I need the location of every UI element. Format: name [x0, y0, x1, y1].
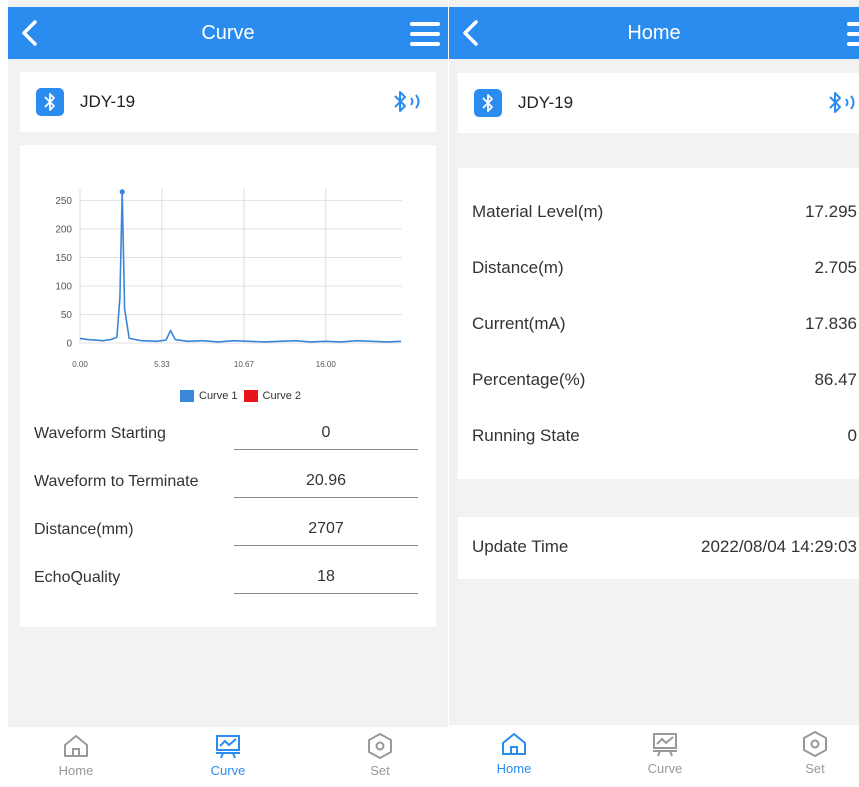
- reading-label: Percentage(%): [472, 370, 586, 389]
- reading-value: 17.295: [805, 202, 857, 221]
- bluetooth-icon: [36, 88, 64, 116]
- distance-mm-input[interactable]: 2707: [234, 513, 418, 546]
- waveform-starting-input[interactable]: 0: [234, 417, 418, 450]
- curve-card: 250 200 150 100 50 0 0.00 5.33 10.67 16.00 Curve …: [20, 145, 436, 627]
- reading-value: 0: [847, 426, 857, 445]
- home-header: Home: [449, 7, 859, 59]
- tab-label: Curve: [647, 761, 683, 776]
- device-card[interactable]: JDY-19: [458, 73, 859, 133]
- y-tick-label: 0: [66, 339, 72, 350]
- form-row-waveform-terminate: Waveform to Terminate 20.96: [34, 465, 418, 501]
- y-tick-label: 150: [55, 253, 72, 264]
- reading-value: 86.47: [814, 370, 857, 389]
- menu-icon[interactable]: [847, 22, 859, 46]
- home-screen: Home JDY-19 Material Level(m) 17.295 Dis…: [449, 0, 859, 787]
- reading-label: Distance(m): [472, 258, 564, 277]
- curve-icon: [216, 735, 240, 759]
- tab-home[interactable]: Home: [36, 733, 116, 778]
- tab-bar: Home Curve Set: [8, 727, 448, 787]
- y-tick-label: 250: [55, 196, 72, 207]
- tab-label: Set: [805, 761, 825, 776]
- y-tick-label: 100: [55, 281, 72, 292]
- echo-quality-input[interactable]: 18: [234, 561, 418, 594]
- y-tick-label: 200: [55, 224, 72, 235]
- readings-card: Material Level(m) 17.295 Distance(m) 2.7…: [458, 168, 859, 479]
- field-label: EchoQuality: [34, 569, 121, 586]
- back-arrow-icon[interactable]: [459, 19, 481, 47]
- home-icon: [64, 735, 88, 757]
- reading-distance: Distance(m) 2.705: [472, 254, 859, 284]
- update-time-label: Update Time: [472, 537, 569, 556]
- x-tick-label: 5.33: [154, 360, 170, 369]
- waveform-terminate-input[interactable]: 20.96: [234, 465, 418, 498]
- form-row-distance: Distance(mm) 2707: [34, 513, 418, 549]
- field-label: Waveform Starting: [34, 425, 166, 442]
- settings-hex-icon: [368, 733, 392, 759]
- curve-screen: Curve JDY-19 250 200 150 100 50 0 0.00 5.33 10.6…: [8, 0, 448, 787]
- bluetooth-signal-icon[interactable]: [827, 90, 859, 116]
- page-title: Curve: [201, 21, 255, 44]
- tab-curve[interactable]: Curve: [625, 731, 705, 776]
- update-time-row: Update Time 2022/08/04 14:29:03: [472, 533, 859, 563]
- tab-label: Set: [370, 763, 390, 778]
- reading-material-level: Material Level(m) 17.295: [472, 198, 859, 228]
- curve-icon: [653, 733, 677, 757]
- tab-bar: Home Curve Set: [449, 725, 859, 787]
- tab-set[interactable]: Set: [775, 731, 855, 776]
- form-row-echo-quality: EchoQuality 18: [34, 561, 418, 597]
- back-arrow-icon[interactable]: [18, 19, 40, 47]
- waveform-chart: 250 200 150 100 50 0 0.00 5.33 10.67 16.00: [30, 171, 420, 391]
- device-name: JDY-19: [518, 93, 574, 112]
- bluetooth-icon: [474, 89, 502, 117]
- x-tick-label: 16.00: [316, 360, 337, 369]
- settings-hex-icon: [803, 731, 827, 757]
- field-label: Waveform to Terminate: [34, 473, 199, 490]
- tab-set[interactable]: Set: [340, 733, 420, 778]
- menu-icon[interactable]: [410, 22, 440, 46]
- bluetooth-signal-icon[interactable]: [392, 89, 424, 115]
- home-icon: [502, 733, 526, 755]
- legend-swatch-curve-2: [243, 390, 258, 402]
- update-time-value: 2022/08/04 14:29:03: [701, 537, 857, 556]
- tab-curve[interactable]: Curve: [188, 733, 268, 778]
- chart-legend: Curve 1 Curve 2: [180, 390, 301, 402]
- device-card[interactable]: JDY-19: [20, 72, 436, 132]
- reading-running-state: Running State 0: [472, 422, 859, 452]
- reading-label: Material Level(m): [472, 202, 604, 221]
- update-time-card: Update Time 2022/08/04 14:29:03: [458, 517, 859, 579]
- x-tick-label: 0.00: [72, 360, 88, 369]
- field-label: Distance(mm): [34, 521, 134, 538]
- reading-percentage: Percentage(%) 86.47: [472, 366, 859, 396]
- reading-label: Current(mA): [472, 314, 566, 333]
- curve-header: Curve: [8, 7, 448, 59]
- x-tick-label: 10.67: [234, 360, 255, 369]
- series-line-curve-1: [79, 191, 402, 343]
- reading-value: 17.836: [805, 314, 857, 333]
- legend-swatch-curve-1: [180, 390, 194, 402]
- legend-label-curve-2: Curve 2: [262, 390, 302, 402]
- tab-label: Home: [496, 761, 532, 776]
- tab-home[interactable]: Home: [474, 731, 554, 776]
- device-name: JDY-19: [80, 92, 136, 111]
- reading-label: Running State: [472, 426, 580, 445]
- tab-label: Curve: [210, 763, 246, 778]
- reading-value: 2.705: [814, 258, 857, 277]
- page-title: Home: [627, 21, 681, 44]
- reading-current: Current(mA) 17.836: [472, 310, 859, 340]
- tab-label: Home: [58, 763, 94, 778]
- form-row-waveform-starting: Waveform Starting 0: [34, 417, 418, 453]
- peak-marker: [119, 189, 125, 195]
- y-tick-label: 50: [61, 310, 73, 321]
- legend-label-curve-1: Curve 1: [199, 390, 238, 402]
- waveform-chart-svg: 250 200 150 100 50 0 0.00 5.33 10.67 16.00: [55, 189, 402, 369]
